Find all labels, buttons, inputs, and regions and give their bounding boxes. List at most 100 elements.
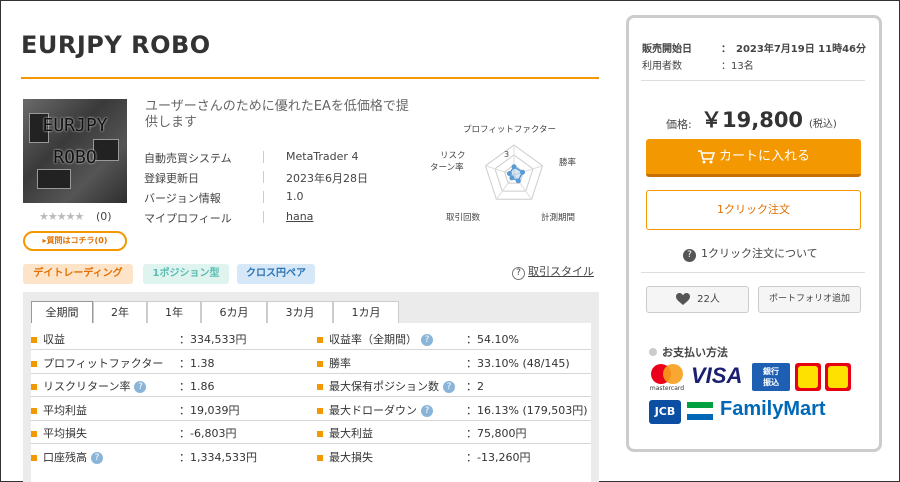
row-divider [31, 419, 591, 421]
help-icon[interactable]: ? [443, 381, 455, 393]
stat-left-label: プロフィットファクター [31, 355, 163, 371]
stat-left-label: 平均損失 [31, 425, 87, 441]
info-label-version: バージョン情報 [144, 192, 221, 205]
radar-center-value: 3 [504, 150, 509, 159]
jcb-logo: JCB [649, 400, 681, 424]
review-count[interactable]: (0) [96, 210, 112, 223]
question-button[interactable]: ▸質問はコチラ(0) [23, 231, 127, 251]
radar-point [515, 178, 521, 184]
favorite-count: 22人 [697, 294, 720, 305]
bullet-icon [31, 384, 37, 390]
stat-right-value: ：-13,260円 [466, 450, 531, 464]
rating-stars: ★★★★★ [39, 210, 84, 223]
stat-right-value: ：54.10% [466, 333, 519, 346]
favorite-button[interactable]: 22人 [646, 286, 749, 313]
info-divider [263, 191, 264, 203]
tab-3m[interactable]: 3カ月 [267, 301, 333, 323]
thumbnail-line2: ROBO [53, 147, 97, 168]
stat-right-value: ：16.13% (179,503円) [466, 403, 588, 417]
radar-label-risk-2: ターン率 [430, 162, 464, 173]
svg-text:mastercard: mastercard [650, 385, 684, 391]
add-portfolio-button[interactable]: ポートフォリオ追加 [758, 286, 861, 313]
bank-transfer-logo: 銀行 振込 [752, 363, 790, 391]
info-value-version: 1.0 [286, 190, 304, 203]
familymart-mark [687, 402, 713, 422]
tag-daytrading[interactable]: デイトレーディング [23, 264, 133, 284]
sidebar-divider [641, 80, 865, 81]
info-divider [263, 171, 264, 183]
tab-all[interactable]: 全期間 [31, 301, 93, 323]
oneclick-order-button[interactable]: 1クリック注文 [646, 190, 861, 230]
info-label-updated: 登録更新日 [144, 172, 199, 185]
stat-left-label: 収益 [31, 331, 65, 347]
stat-left-label: リスクリターン率? [31, 378, 147, 394]
payeasy-logo [795, 363, 821, 391]
tab-2y[interactable]: 2年 [93, 301, 147, 323]
tab-6m[interactable]: 6カ月 [201, 301, 267, 323]
row-divider [31, 443, 591, 444]
help-icon: ? [512, 267, 525, 280]
add-to-cart-button[interactable]: カートに入れる [646, 139, 861, 177]
radar-label-period: 計測期間 [541, 212, 575, 223]
info-value-updated: 2023年6月28日 [286, 172, 368, 185]
familymart-logo: FamilyMart [720, 398, 826, 420]
stat-left-value: ：1.86 [179, 380, 215, 393]
row-divider [31, 349, 591, 350]
stat-right-value: ：75,800円 [466, 427, 527, 440]
info-label-profile: マイプロフィール [144, 212, 232, 225]
bullet-icon [317, 431, 323, 437]
tag-cross-yen[interactable]: クロス円ペア [237, 264, 315, 284]
stat-right-label: 最大利益 [317, 425, 373, 441]
bullet-icon [31, 360, 37, 367]
info-divider [263, 151, 264, 163]
help-icon[interactable]: ? [91, 451, 103, 464]
radar-chart: プロフィットファクター 勝率 計測期間 取引回数 リスク ターン率 3 [430, 125, 577, 223]
trade-style-label: 取引スタイル [528, 265, 594, 278]
bullet-icon [317, 360, 323, 367]
stat-right-label: 勝率 [317, 355, 351, 371]
radar-label-risk-1: リスク [440, 151, 466, 161]
trade-style-link[interactable]: ? 取引スタイル [512, 263, 594, 280]
price-value: ￥19,800 [701, 108, 804, 132]
stat-left-value: ：19,039円 [179, 403, 240, 417]
radar-label-winrate: 勝率 [559, 157, 577, 168]
users-value: ：13名 [721, 61, 754, 72]
bullet-icon [317, 454, 323, 461]
radar-point [506, 171, 512, 177]
title-underline [21, 77, 599, 79]
row-divider [31, 372, 591, 374]
help-icon[interactable]: ? [134, 381, 147, 393]
info-value-system: MetaTrader 4 [286, 150, 359, 163]
help-icon: ? [683, 249, 696, 262]
tab-1m[interactable]: 1カ月 [333, 301, 399, 323]
stat-left-label: 口座残高? [31, 449, 103, 465]
oneclick-info-link[interactable]: ? 1クリック注文について [683, 245, 818, 262]
bullet-icon [31, 431, 37, 437]
tab-1y[interactable]: 1年 [147, 301, 201, 323]
cart-button-label: カートに入れる [718, 149, 810, 164]
sidebar-divider [641, 272, 865, 273]
bullet-icon [317, 384, 323, 390]
stat-right-label: 収益率（全期間）? [317, 331, 433, 347]
info-label-system: 自動売買システム [144, 152, 232, 165]
cart-icon [697, 149, 716, 163]
profile-link[interactable]: hana [286, 210, 313, 223]
radar-point [520, 169, 526, 175]
daily-yamazaki-logo [825, 363, 851, 391]
row-divider [31, 396, 591, 397]
stat-right-label: 最大ドローダウン? [317, 402, 433, 418]
payment-methods-title: お支払い方法 [649, 344, 728, 360]
users-label: 利用者数 [642, 61, 682, 72]
help-icon[interactable]: ? [421, 334, 433, 346]
price-label: 価格: [666, 118, 692, 131]
radar-label-pf: プロフィットファクター [463, 125, 556, 135]
stat-right-value: ：2 [466, 380, 484, 393]
bullet-icon [649, 348, 657, 356]
heart-icon [676, 293, 691, 305]
stat-left-value: ：-6,803円 [179, 427, 237, 440]
help-icon[interactable]: ? [421, 404, 433, 417]
stat-left-label: 平均利益 [31, 402, 87, 418]
bullet-icon [31, 337, 37, 343]
stat-right-label: 最大損失 [317, 449, 373, 465]
tag-one-position[interactable]: 1ポジション型 [143, 264, 229, 284]
